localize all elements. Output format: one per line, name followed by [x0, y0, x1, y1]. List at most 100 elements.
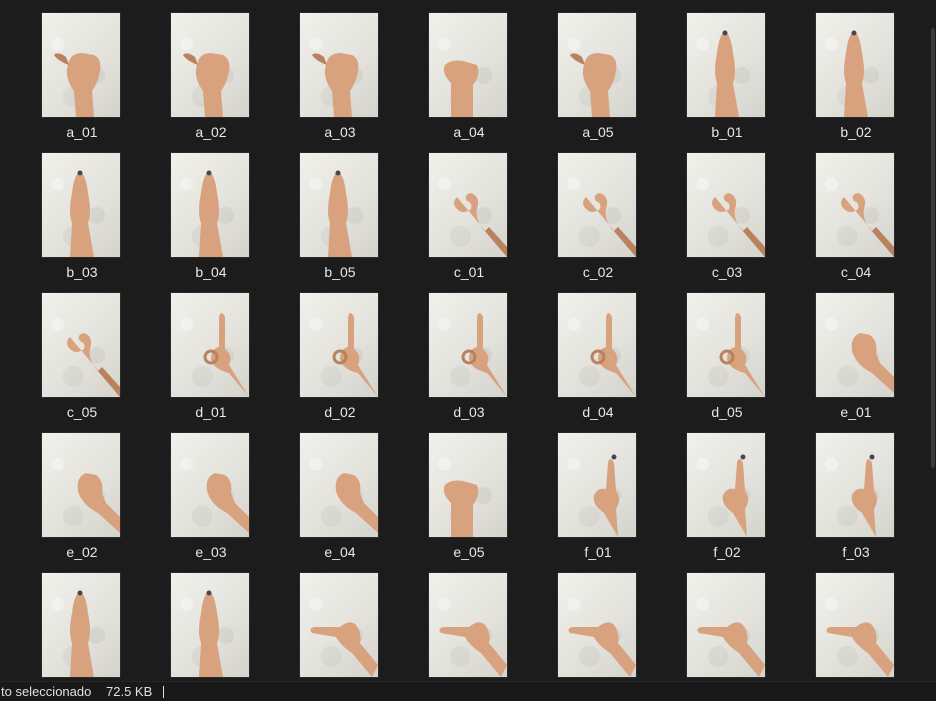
file-tile[interactable]: b_03: [22, 140, 142, 280]
file-thumbnail[interactable]: [687, 293, 765, 397]
scrollbar-thumb[interactable]: [931, 28, 935, 468]
file-thumbnail[interactable]: [558, 13, 636, 117]
file-thumbnail[interactable]: [816, 573, 894, 677]
file-thumbnail[interactable]: [816, 13, 894, 117]
file-thumbnail[interactable]: [429, 13, 507, 117]
file-tile[interactable]: [280, 560, 400, 681]
file-thumbnail[interactable]: [42, 433, 120, 537]
file-tile[interactable]: e_03: [151, 420, 271, 560]
selection-size: 72.5 KB: [106, 684, 153, 699]
file-name: a_01: [66, 124, 98, 140]
file-tile[interactable]: c_03: [667, 140, 787, 280]
file-name: f_02: [713, 544, 741, 560]
file-name: c_05: [66, 404, 98, 420]
file-thumbnail[interactable]: [42, 573, 120, 677]
file-tile[interactable]: e_04: [280, 420, 400, 560]
file-tile[interactable]: d_03: [409, 280, 529, 420]
text-caret: [163, 686, 164, 698]
vertical-scrollbar[interactable]: [930, 0, 936, 681]
file-tile[interactable]: [796, 560, 916, 681]
hand-gesture-image: [844, 30, 868, 117]
file-thumbnail[interactable]: [429, 433, 507, 537]
file-thumbnail[interactable]: [171, 13, 249, 117]
file-thumbnail[interactable]: [429, 153, 507, 257]
hand-gesture-image: [568, 622, 636, 677]
file-tile[interactable]: b_02: [796, 0, 916, 140]
file-thumbnail[interactable]: [687, 13, 765, 117]
hand-gesture-image: [203, 313, 249, 397]
file-name: a_03: [324, 124, 356, 140]
file-tile[interactable]: b_05: [280, 140, 400, 280]
hand-gesture-image: [722, 454, 748, 537]
file-thumbnail[interactable]: [300, 293, 378, 397]
hand-gesture-image: [67, 333, 120, 397]
file-name: a_02: [195, 124, 227, 140]
file-thumbnail[interactable]: [42, 13, 120, 117]
file-tile[interactable]: [151, 560, 271, 681]
file-tile[interactable]: a_03: [280, 0, 400, 140]
file-thumbnail[interactable]: [300, 13, 378, 117]
file-tile[interactable]: a_02: [151, 0, 271, 140]
file-tile[interactable]: c_04: [796, 140, 916, 280]
file-tile[interactable]: c_01: [409, 140, 529, 280]
file-name: c_01: [453, 264, 485, 280]
file-thumbnail[interactable]: [558, 433, 636, 537]
file-tile[interactable]: a_04: [409, 0, 529, 140]
file-tile[interactable]: f_01: [538, 420, 658, 560]
file-tile[interactable]: c_02: [538, 140, 658, 280]
file-thumbnail[interactable]: [558, 573, 636, 677]
file-thumbnail[interactable]: [687, 153, 765, 257]
hand-gesture-image: [443, 60, 479, 117]
file-thumbnail[interactable]: [300, 153, 378, 257]
file-name: d_04: [582, 404, 614, 420]
hand-gesture-image: [199, 170, 223, 257]
file-tile[interactable]: e_05: [409, 420, 529, 560]
file-name: d_02: [324, 404, 356, 420]
file-tile[interactable]: [538, 560, 658, 681]
file-tile[interactable]: c_05: [22, 280, 142, 420]
file-thumbnail[interactable]: [429, 293, 507, 397]
file-thumbnail[interactable]: [687, 433, 765, 537]
hand-gesture-image: [454, 193, 507, 257]
file-thumbnail[interactable]: [171, 573, 249, 677]
file-tile[interactable]: [409, 560, 529, 681]
hand-gesture-image: [826, 622, 894, 677]
file-thumbnail[interactable]: [42, 293, 120, 397]
file-name: e_03: [195, 544, 227, 560]
file-tile[interactable]: b_04: [151, 140, 271, 280]
file-tile[interactable]: d_04: [538, 280, 658, 420]
file-tile[interactable]: e_01: [796, 280, 916, 420]
file-thumbnail[interactable]: [558, 293, 636, 397]
file-tile[interactable]: b_01: [667, 0, 787, 140]
thumbnail-grid[interactable]: a_01 a_02 a_03 a_04 a_05 b_01 b_02 b_03 b_04 b_05…: [0, 0, 930, 681]
hand-gesture-image: [310, 622, 378, 677]
file-tile[interactable]: d_02: [280, 280, 400, 420]
file-tile[interactable]: a_01: [22, 0, 142, 140]
file-tile[interactable]: f_03: [796, 420, 916, 560]
file-thumbnail[interactable]: [816, 153, 894, 257]
file-tile[interactable]: [22, 560, 142, 681]
file-thumbnail[interactable]: [42, 153, 120, 257]
file-tile[interactable]: d_01: [151, 280, 271, 420]
file-tile[interactable]: d_05: [667, 280, 787, 420]
file-thumbnail[interactable]: [816, 293, 894, 397]
file-tile[interactable]: a_05: [538, 0, 658, 140]
file-tile[interactable]: [667, 560, 787, 681]
file-thumbnail[interactable]: [171, 153, 249, 257]
hand-gesture-image: [439, 622, 507, 677]
hand-gesture-image: [77, 473, 120, 533]
file-thumbnail[interactable]: [816, 433, 894, 537]
file-thumbnail[interactable]: [429, 573, 507, 677]
file-thumbnail[interactable]: [300, 573, 378, 677]
file-thumbnail[interactable]: [558, 153, 636, 257]
file-name: a_04: [453, 124, 485, 140]
file-thumbnail[interactable]: [687, 573, 765, 677]
file-tile[interactable]: e_02: [22, 420, 142, 560]
file-thumbnail[interactable]: [300, 433, 378, 537]
file-tile[interactable]: f_02: [667, 420, 787, 560]
file-name: e_04: [324, 544, 356, 560]
file-thumbnail[interactable]: [171, 293, 249, 397]
file-thumbnail[interactable]: [171, 433, 249, 537]
file-name: d_01: [195, 404, 227, 420]
hand-gesture-image: [183, 53, 230, 117]
